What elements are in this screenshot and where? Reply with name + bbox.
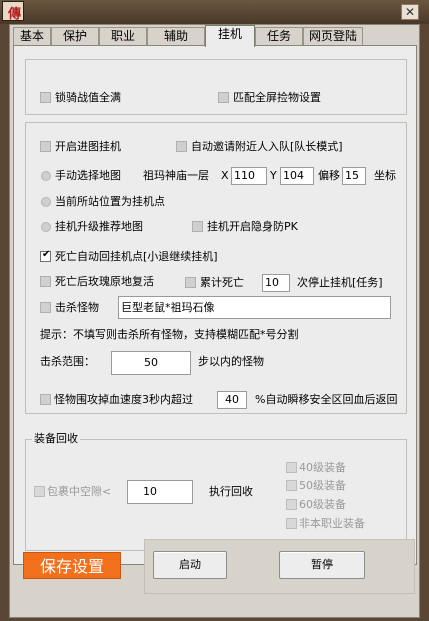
tab-class[interactable]: 职业: [99, 27, 147, 46]
lv50-label: 50级装备: [299, 479, 346, 492]
hp-drop-input[interactable]: 40: [217, 391, 247, 409]
rose-revive-label: 死亡后玫瑰原地复活: [55, 275, 154, 288]
tab-protect[interactable]: 保护: [51, 27, 99, 46]
stealth-label: 挂机开启隐身防PK: [207, 220, 298, 233]
close-button[interactable]: ✕: [401, 4, 419, 20]
kill-monster-label: 击杀怪物: [55, 301, 99, 314]
tab-assist[interactable]: 辅助: [147, 27, 205, 46]
death-return-checkbox[interactable]: [40, 249, 51, 262]
hang-panel: 锁骑战值全满 匹配全屏捡物设置 开启进图挂机 自动邀请附近人入队[队长模式] 手…: [13, 45, 417, 565]
pickup-label: 匹配全屏捡物设置: [233, 91, 321, 104]
recycle-title: 装备回收: [32, 432, 80, 446]
non-class-label: 非本职业装备: [299, 517, 365, 530]
top-group: [25, 59, 407, 115]
x-input[interactable]: 110: [231, 167, 267, 185]
manual-map-radio[interactable]: [41, 171, 51, 181]
x-label: X: [221, 169, 229, 182]
pause-button[interactable]: 暂停: [279, 551, 365, 579]
non-class-checkbox[interactable]: [286, 518, 297, 529]
lv40-checkbox[interactable]: [286, 462, 297, 473]
save-settings-button[interactable]: 保存设置: [23, 552, 121, 579]
hp-drop-checkbox[interactable]: [40, 394, 51, 405]
manual-map-label: 手动选择地图: [55, 169, 121, 182]
hang-group: [25, 122, 407, 414]
kill-range-input[interactable]: 50: [111, 351, 191, 375]
monster-list-input[interactable]: 巨型老鼠*祖玛石像: [118, 296, 391, 319]
tab-hang[interactable]: 挂机: [205, 25, 255, 47]
stop-hang-label: 次停止挂机[任务]: [297, 276, 383, 289]
upgrade-map-radio[interactable]: [41, 222, 51, 232]
current-point-radio[interactable]: [41, 197, 51, 207]
settings-window: 基本 保护 职业 辅助 挂机 任务 网页登陆 锁骑战值全满 匹配全屏捡物设置 开…: [9, 24, 420, 618]
death-count-input[interactable]: 10: [262, 274, 290, 292]
current-point-label: 当前所站位置为挂机点: [55, 195, 165, 208]
hint-text: 提示：不填写则击杀所有怪物，支持模糊匹配*号分割: [40, 328, 299, 341]
lv60-label: 60级装备: [299, 498, 346, 511]
lv60-checkbox[interactable]: [286, 499, 297, 510]
y-label: Y: [270, 169, 277, 182]
mount-checkbox[interactable]: [40, 92, 51, 103]
tab-basic[interactable]: 基本: [13, 27, 51, 46]
cumulative-death-checkbox[interactable]: [185, 277, 196, 288]
title-bar: [0, 0, 429, 24]
tab-task[interactable]: 任务: [255, 27, 303, 46]
bag-space-checkbox[interactable]: [34, 486, 45, 497]
bag-space-input[interactable]: 10: [127, 480, 193, 504]
lv40-label: 40级装备: [299, 461, 346, 474]
start-button[interactable]: 启动: [153, 551, 227, 579]
tab-web-login[interactable]: 网页登陆: [303, 27, 363, 46]
execute-recycle-label: 执行回收: [209, 485, 253, 498]
offset-input[interactable]: 15: [342, 167, 366, 185]
offset-label: 偏移: [318, 169, 340, 182]
app-logo: 傳: [2, 1, 24, 22]
pickup-checkbox[interactable]: [218, 92, 229, 103]
map-name-field[interactable]: 祖玛神庙一层: [140, 167, 216, 185]
upgrade-map-label: 挂机升级推荐地图: [55, 220, 143, 233]
rose-revive-checkbox[interactable]: [40, 276, 51, 287]
stealth-checkbox[interactable]: [192, 221, 203, 232]
auto-invite-label: 自动邀请附近人入队[队长模式]: [191, 140, 343, 153]
kill-range-label: 击杀范围：: [40, 355, 95, 368]
auto-invite-checkbox[interactable]: [176, 141, 187, 152]
lv50-checkbox[interactable]: [286, 480, 297, 491]
coord-label: 坐标: [374, 169, 396, 182]
bag-space-label: 包裹中空隙<: [47, 485, 112, 498]
mount-label: 锁骑战值全满: [55, 91, 121, 104]
y-input[interactable]: 104: [280, 167, 314, 185]
hp-drop-label: 怪物围攻掉血速度3秒内超过: [54, 393, 193, 406]
kill-range-suffix: 步以内的怪物: [198, 355, 264, 368]
hp-drop-suffix: %自动瞬移安全区回血后返回: [255, 393, 398, 406]
death-return-label: 死亡自动回挂机点[小退继续挂机]: [55, 250, 218, 263]
app-logo-char: 傳: [8, 7, 22, 22]
kill-monster-checkbox[interactable]: [40, 302, 51, 313]
cumulative-death-label: 累计死亡: [200, 276, 244, 289]
enter-map-label: 开启进图挂机: [55, 140, 121, 153]
enter-map-checkbox[interactable]: [40, 141, 51, 152]
